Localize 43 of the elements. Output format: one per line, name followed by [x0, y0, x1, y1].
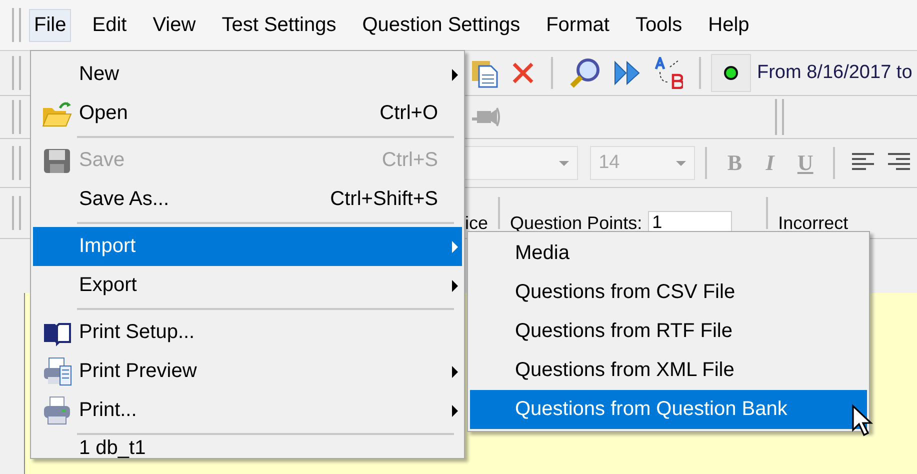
menu-item[interactable]: Import	[33, 227, 462, 266]
toolbar-gripper[interactable]	[775, 99, 784, 135]
toolbar-gripper[interactable]	[12, 100, 21, 134]
paste-document-icon[interactable]	[471, 58, 499, 88]
menu-item[interactable]: Save As... Ctrl+Shift+S	[33, 180, 462, 219]
menu-bar-item[interactable]: Test Settings	[216, 8, 342, 42]
menu-item[interactable]: Questions from Question Bank	[470, 390, 867, 429]
menu-bar-item[interactable]: Tools	[630, 8, 688, 42]
status-button[interactable]	[711, 54, 751, 92]
toolbar-gripper[interactable]	[12, 8, 21, 42]
menu-item[interactable]: Open Ctrl+O	[33, 94, 462, 133]
search-icon[interactable]	[569, 57, 601, 89]
status-light-icon	[724, 66, 738, 80]
mouse-cursor-icon	[851, 404, 875, 438]
date-range-text: From 8/16/2017 to	[757, 62, 912, 84]
menu-item[interactable]: Print Preview	[33, 352, 462, 391]
menu-bar-item[interactable]: File	[29, 8, 72, 42]
print-preview-icon	[42, 356, 72, 386]
printer-icon	[42, 396, 72, 426]
menu-bar-item[interactable]: Edit	[87, 8, 132, 42]
toolbar-gripper[interactable]	[12, 146, 21, 180]
menu-item[interactable]: Media	[470, 234, 867, 273]
recent-file-item[interactable]: 1 db_t1	[79, 437, 146, 459]
a-to-b-icon[interactable]	[653, 57, 683, 89]
menu-item[interactable]: Export	[33, 266, 462, 305]
folder-icon	[42, 100, 72, 128]
incorrect-label: Incorrect	[778, 212, 848, 234]
menu-item[interactable]: Questions from XML File	[470, 351, 867, 390]
menu-bar-item[interactable]: Question Settings	[357, 8, 526, 42]
menu-bar-item[interactable]: View	[148, 8, 201, 42]
question-points-label: Question Points:	[510, 212, 642, 234]
close-icon[interactable]	[511, 61, 535, 85]
menu-item[interactable]: New	[33, 55, 462, 94]
toolbar-gripper[interactable]	[12, 56, 21, 90]
menu-item[interactable]: Questions from RTF File	[470, 312, 867, 351]
menu-item[interactable]: Questions from CSV File	[470, 273, 867, 312]
menu-bar-item[interactable]: Format	[541, 8, 614, 42]
question-type-label: ice	[465, 212, 488, 234]
menu-item[interactable]: Print Setup...	[33, 313, 462, 352]
fast-forward-icon[interactable]	[613, 60, 641, 86]
toolbar-gripper[interactable]	[12, 196, 21, 230]
menu-item[interactable]: Print...	[33, 391, 462, 430]
menu-bar-item[interactable]: Help	[703, 8, 754, 42]
